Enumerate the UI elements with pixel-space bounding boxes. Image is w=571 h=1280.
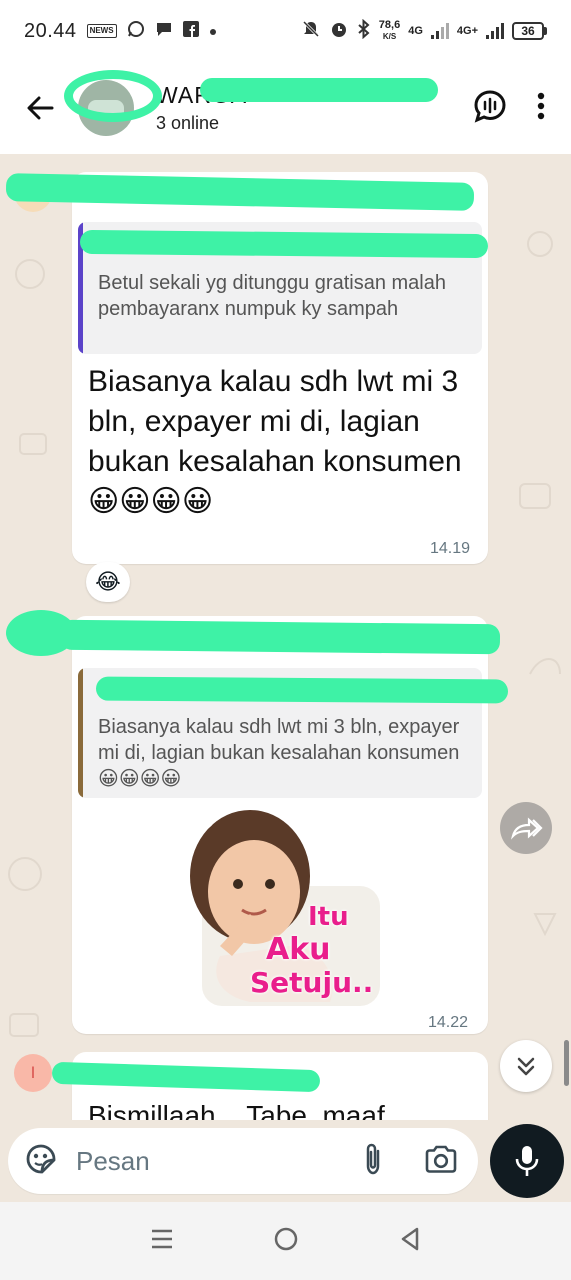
bluetooth-icon bbox=[357, 18, 371, 43]
redaction-header-title bbox=[200, 78, 438, 102]
composer-bar: Pesan bbox=[0, 1120, 571, 1202]
camera-button[interactable] bbox=[424, 1144, 458, 1179]
status-time: 20.44 bbox=[24, 19, 77, 42]
sticker-image[interactable]: Itu Aku Setuju.. bbox=[180, 806, 380, 1006]
facebook-icon bbox=[182, 21, 199, 41]
quote-text: Biasanya kalau sdh lwt mi 3 bln, expayer… bbox=[98, 716, 460, 790]
alarm-icon bbox=[329, 19, 349, 43]
chevron-double-down-icon bbox=[517, 1057, 535, 1076]
news-icon: NEWS bbox=[86, 24, 117, 38]
battery-icon: 36 bbox=[512, 22, 547, 40]
quote-bar bbox=[78, 668, 83, 798]
more-vertical-icon bbox=[537, 92, 545, 119]
sticker-button[interactable] bbox=[24, 1142, 58, 1181]
microphone-icon bbox=[515, 1146, 539, 1176]
network-type-1: 4G bbox=[408, 25, 423, 37]
message-time: 14.22 bbox=[428, 1014, 469, 1031]
voice-chat-button[interactable] bbox=[473, 89, 507, 128]
redaction-quote-author-1 bbox=[79, 229, 489, 259]
message-text: Biasanya kalau sdh lwt mi 3 bln, expayer… bbox=[88, 365, 462, 518]
redaction-header-avatar bbox=[64, 70, 162, 122]
dot-icon bbox=[209, 23, 217, 40]
network-type-2: 4G+ bbox=[456, 25, 478, 37]
voice-record-button[interactable] bbox=[490, 1124, 564, 1198]
whatsapp-icon bbox=[127, 20, 145, 42]
scrollbar-thumb[interactable] bbox=[564, 1040, 569, 1086]
sticker-text-2: Aku bbox=[266, 932, 331, 967]
system-back-button[interactable] bbox=[399, 1226, 421, 1257]
triangle-back-icon bbox=[401, 1227, 419, 1250]
status-bar: 20.44 NEWS 78,6 K/S 4G 4G+ 36 bbox=[0, 0, 571, 62]
sticker-text-3: Setuju.. bbox=[250, 966, 374, 999]
menu-lines-icon bbox=[151, 1229, 172, 1248]
online-count: 3 online bbox=[156, 113, 220, 133]
signal-2-icon bbox=[486, 23, 504, 39]
menu-button[interactable] bbox=[537, 92, 545, 125]
message-input-placeholder: Pesan bbox=[76, 1145, 150, 1176]
chat-icon bbox=[155, 20, 173, 42]
redaction-sender-name-2 bbox=[59, 619, 501, 655]
attach-button[interactable] bbox=[362, 1142, 384, 1181]
back-button[interactable] bbox=[20, 88, 60, 128]
voice-chat-icon bbox=[474, 89, 506, 123]
message-input[interactable]: Pesan bbox=[8, 1128, 478, 1194]
quote-text: Betul sekali yg ditunggu gratisan malah … bbox=[98, 272, 446, 320]
net-speed: 78,6 K/S bbox=[378, 19, 401, 42]
forward-button[interactable] bbox=[500, 802, 552, 854]
paperclip-icon bbox=[366, 1143, 380, 1174]
grinning-face-emojis: 😀😀😀😀 bbox=[88, 485, 214, 518]
scroll-to-bottom-button[interactable] bbox=[500, 1040, 552, 1092]
arrow-left-icon bbox=[27, 96, 54, 120]
recent-apps-button[interactable] bbox=[150, 1228, 174, 1255]
sticker-icon bbox=[26, 1144, 56, 1173]
circle-icon bbox=[275, 1227, 298, 1250]
camera-icon bbox=[425, 1145, 457, 1173]
sticker-text-1: Itu bbox=[308, 902, 349, 932]
system-nav-bar bbox=[0, 1202, 571, 1280]
forward-icon bbox=[510, 817, 543, 840]
mute-icon bbox=[301, 19, 321, 43]
sender-avatar[interactable]: I bbox=[14, 1054, 52, 1092]
message-text: Bismillaah... Tabe, maaf bbox=[88, 1100, 385, 1120]
message-time: 14.19 bbox=[430, 540, 471, 557]
redaction-quote-author-2 bbox=[95, 676, 509, 704]
home-button[interactable] bbox=[273, 1226, 299, 1257]
signal-1-icon bbox=[430, 23, 449, 39]
message-reaction[interactable]: 😂 bbox=[86, 562, 130, 602]
